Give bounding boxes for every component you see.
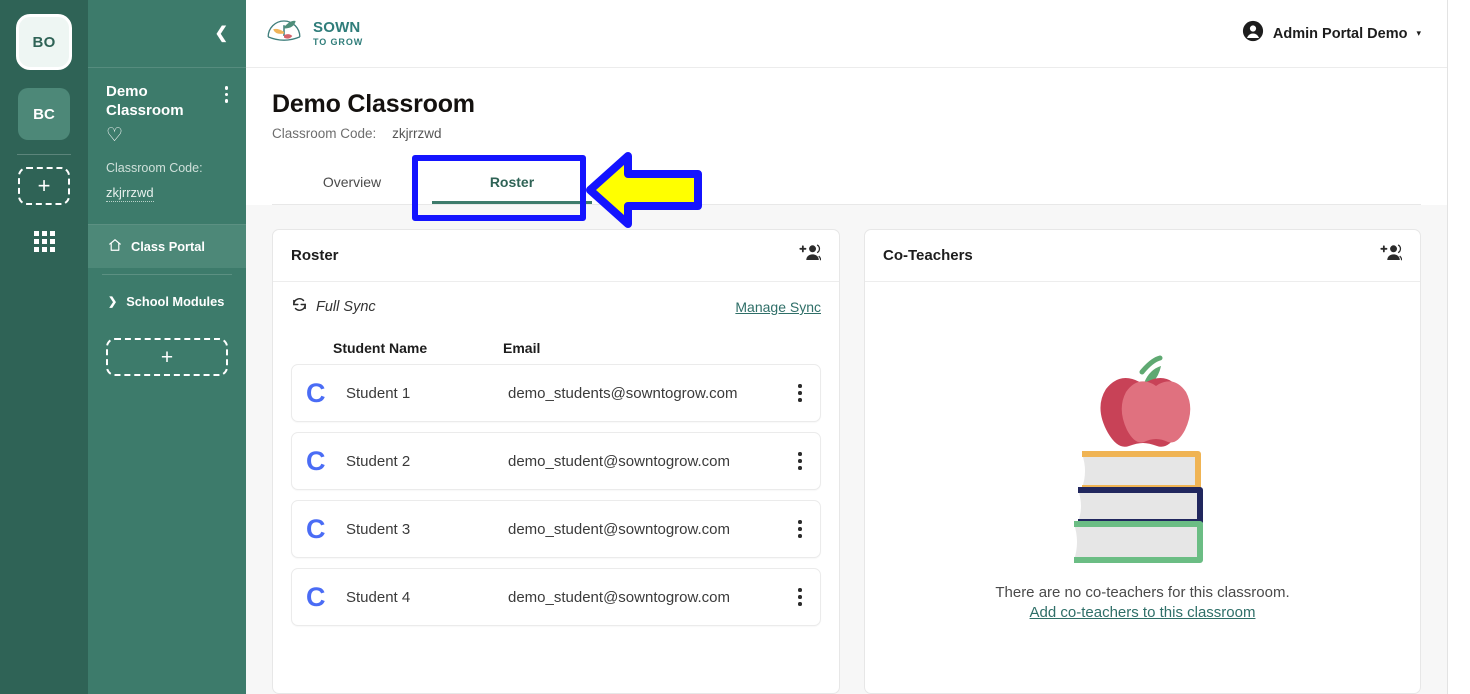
tab-label: Roster [489, 174, 535, 190]
user-menu-label: Admin Portal Demo [1272, 25, 1408, 42]
person-add-icon[interactable] [799, 243, 822, 268]
sidebar-item-class-portal[interactable]: Class Portal [88, 225, 246, 269]
table-row[interactable]: C Student 4 demo_student@sowntogrow.com [291, 568, 821, 626]
classroom-avatar-label: BC [33, 105, 55, 123]
student-email: demo_student@sowntogrow.com [508, 588, 731, 606]
manage-sync-link[interactable]: Manage Sync [735, 299, 821, 315]
sidebar-item-school-modules[interactable]: ❯ School Modules [88, 281, 246, 322]
user-menu-button[interactable]: Admin Portal Demo ▾ [1242, 20, 1421, 47]
chevron-right-icon: ❯ [108, 296, 118, 309]
coteachers-card-title: Co-Teachers [883, 247, 973, 264]
classroom-code-value: zkjrrzwd [392, 126, 442, 141]
student-name: Student 1 [346, 384, 411, 402]
sown-to-grow-plant-logo-icon [264, 15, 304, 52]
student-name: Student 4 [346, 588, 411, 606]
coteachers-empty-text: There are no co-teachers for this classr… [995, 584, 1290, 601]
roster-card: Roster Full Sync Manage Sync Student Nam… [272, 229, 840, 694]
clever-c-icon: C [306, 377, 326, 408]
brand-logo[interactable]: SOWN TO GROW [264, 15, 363, 52]
student-email: demo_students@sowntogrow.com [508, 384, 738, 402]
classroom-more-menu-icon[interactable] [224, 82, 233, 103]
main-content: SOWN TO GROW Admin Portal Demo ▾ Demo Cl… [246, 0, 1448, 694]
row-more-menu-icon[interactable] [792, 384, 808, 402]
rail-add-button[interactable]: + [18, 167, 70, 205]
heart-icon[interactable]: ♡ [106, 126, 232, 145]
page-header: Demo Classroom Classroom Code: zkjrrzwd … [246, 68, 1447, 205]
row-more-menu-icon[interactable] [792, 452, 808, 470]
student-email: demo_student@sowntogrow.com [508, 452, 731, 470]
sidebar-code-value[interactable]: zkjrrzwd [106, 185, 154, 203]
clever-c-icon: C [306, 581, 326, 612]
roster-card-header: Roster [273, 230, 839, 282]
add-coteachers-link[interactable]: Add co-teachers to this classroom [1030, 604, 1256, 621]
logo-text-secondary: TO GROW [313, 37, 364, 47]
column-header-email: Email [503, 340, 541, 356]
classroom-avatar-button[interactable]: BC [18, 88, 70, 140]
roster-column-headers: Student Name Email [273, 322, 839, 364]
sidebar-add-label: + [160, 345, 174, 369]
sidebar-nav-divider [102, 274, 232, 276]
sync-row: Full Sync Manage Sync [273, 282, 839, 322]
column-header-student-name: Student Name [333, 340, 428, 356]
table-row[interactable]: C Student 2 demo_student@sowntogrow.com [291, 432, 821, 490]
clever-c-icon: C [306, 445, 326, 476]
sync-icon [291, 296, 308, 318]
student-name: Student 2 [346, 452, 411, 470]
sync-label: Full Sync [316, 299, 376, 315]
org-avatar-button[interactable]: BO [16, 14, 72, 70]
application-window: BO BC + ❮ Demo Classroom ♡ Classroom Cod… [0, 0, 1470, 694]
classroom-code-label: Classroom Code: [272, 126, 377, 141]
roster-card-title: Roster [291, 247, 339, 264]
sidebar-classroom-block: Demo Classroom ♡ Classroom Code: zkjrrzw… [88, 68, 246, 203]
tab-overview[interactable]: Overview [272, 160, 432, 204]
tab-roster[interactable]: Roster [432, 160, 592, 204]
chevron-left-icon[interactable]: ❮ [215, 25, 228, 42]
sidebar-item-label: School Modules [126, 294, 225, 310]
sidebar-topbar: ❮ [88, 0, 246, 68]
coteachers-card-header: Co-Teachers [865, 230, 1420, 282]
table-row[interactable]: C Student 1 demo_students@sowntogrow.com [291, 364, 821, 422]
row-more-menu-icon[interactable] [792, 520, 808, 538]
row-more-menu-icon[interactable] [792, 588, 808, 606]
classroom-sidebar: ❮ Demo Classroom ♡ Classroom Code: zkjrr… [88, 0, 246, 694]
app-topbar: SOWN TO GROW Admin Portal Demo ▾ [246, 0, 1447, 68]
tab-bar: Overview Roster [272, 161, 1421, 205]
page-title: Demo Classroom [272, 90, 475, 118]
right-gutter [1448, 0, 1470, 694]
student-name: Student 3 [346, 520, 411, 538]
person-add-icon[interactable] [1380, 243, 1403, 268]
sidebar-classroom-name: Demo Classroom [106, 83, 184, 120]
sidebar-code-label: Classroom Code: [106, 161, 203, 176]
account-circle-icon [1242, 20, 1264, 47]
page-classroom-code: Classroom Code: zkjrrzwd [272, 126, 1421, 141]
rail-divider [17, 154, 71, 155]
sidebar-item-label: Class Portal [131, 239, 205, 255]
logo-text-primary: SOWN [313, 19, 361, 36]
coteachers-empty-state: There are no co-teachers for this classr… [865, 282, 1420, 693]
org-rail: BO BC + [0, 0, 88, 694]
clever-c-icon: C [306, 513, 326, 544]
content-area: Roster Full Sync Manage Sync Student Nam… [246, 205, 1447, 694]
apple-on-books-illustration-icon [1058, 350, 1228, 570]
org-avatar-label: BO [32, 33, 56, 51]
coteachers-card: Co-Teachers There are no co-teachers for… [864, 229, 1421, 694]
sidebar-add-button[interactable]: + [106, 338, 228, 377]
student-email: demo_student@sowntogrow.com [508, 520, 731, 538]
roster-list: C Student 1 demo_students@sowntogrow.com… [273, 364, 839, 644]
table-row[interactable]: C Student 3 demo_student@sowntogrow.com [291, 500, 821, 558]
rail-add-label: + [37, 173, 51, 198]
home-icon [108, 238, 122, 255]
grid-icon[interactable] [33, 231, 55, 252]
chevron-down-icon: ▾ [1416, 28, 1421, 38]
tab-label: Overview [322, 174, 382, 190]
